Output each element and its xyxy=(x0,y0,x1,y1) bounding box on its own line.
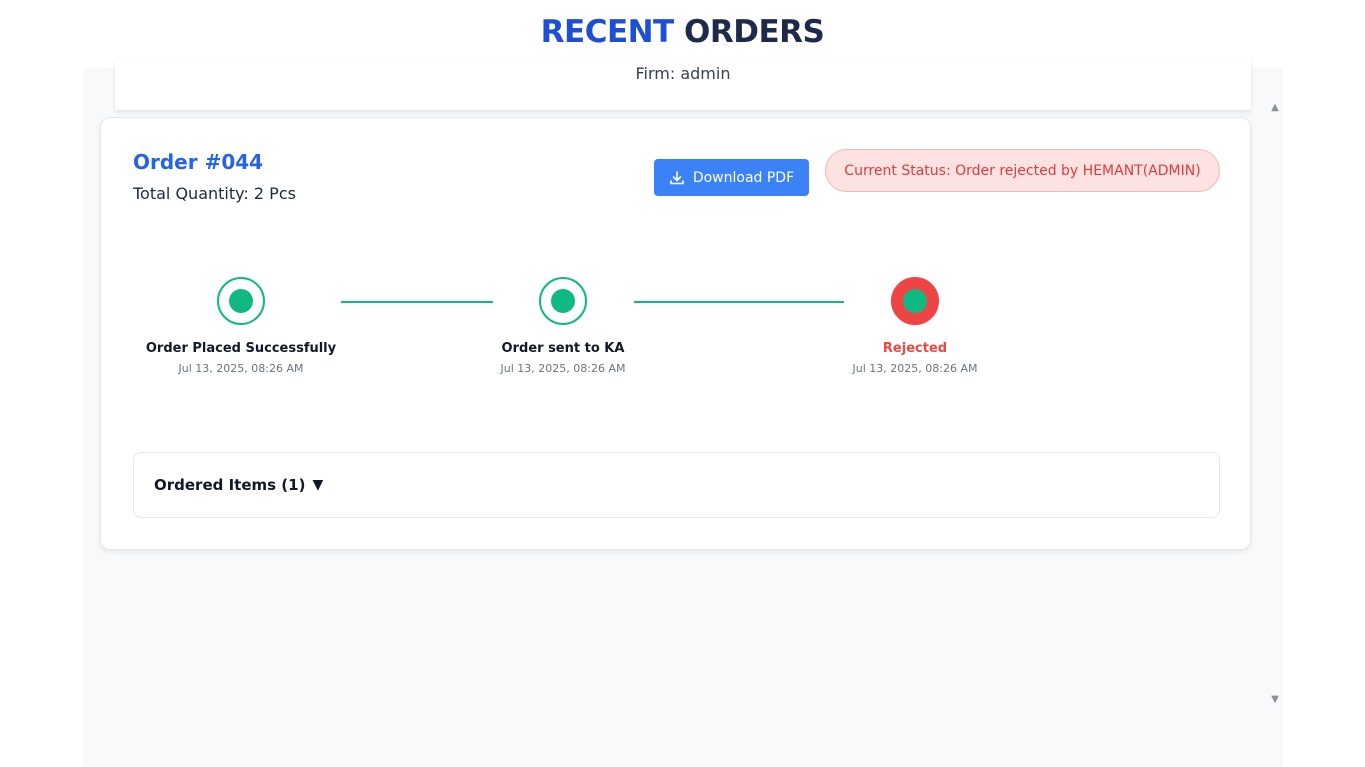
timeline-step-date: Jul 13, 2025, 08:26 AM xyxy=(852,362,978,375)
page-title-accent: RECENT xyxy=(540,14,675,50)
timeline-connector xyxy=(634,301,844,303)
timeline-step-sent-to-ka: Order sent to KA Jul 13, 2025, 08:26 AM xyxy=(463,277,663,375)
step-rejected-icon xyxy=(891,277,939,325)
timeline-step-date: Jul 13, 2025, 08:26 AM xyxy=(178,362,304,375)
timeline-step-date: Jul 13, 2025, 08:26 AM xyxy=(500,362,626,375)
order-card: Order #044 Total Quantity: 2 Pcs Downloa… xyxy=(100,117,1251,550)
page-title-rest: ORDERS xyxy=(684,14,825,50)
timeline-step-label: Order Placed Successfully xyxy=(145,341,337,356)
timeline-step-order-placed: Order Placed Successfully Jul 13, 2025, … xyxy=(141,277,341,375)
firm-label: Firm: admin xyxy=(635,64,731,83)
firm-card: Firm: admin xyxy=(115,58,1251,110)
page-title: RECENT ORDERS xyxy=(0,14,1365,50)
caret-down-icon: ▼ xyxy=(312,477,324,493)
timeline-step-rejected: Rejected Jul 13, 2025, 08:26 AM xyxy=(815,277,1015,375)
ordered-items-label: Ordered Items (1) xyxy=(154,476,306,494)
timeline-step-label: Rejected xyxy=(882,341,948,356)
scroll-up-arrow-icon[interactable]: ▲ xyxy=(1269,102,1281,114)
step-complete-icon xyxy=(217,277,265,325)
ordered-items-toggle[interactable]: Ordered Items (1) ▼ xyxy=(133,452,1220,518)
timeline-step-label: Order sent to KA xyxy=(501,341,625,356)
scroll-down-arrow-icon[interactable]: ▼ xyxy=(1269,694,1281,706)
orders-scroll-area[interactable]: Firm: admin ▲ ▼ Order #044 Total Quantit… xyxy=(83,58,1283,767)
step-complete-icon xyxy=(539,277,587,325)
